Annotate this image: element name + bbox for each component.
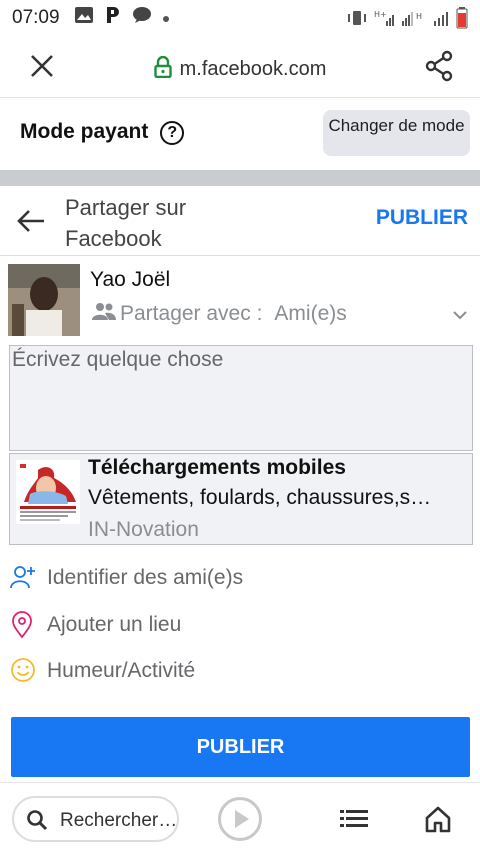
feeling-activity-label: Humeur/Activité	[47, 659, 196, 682]
svg-text:H: H	[416, 12, 422, 21]
publish-link[interactable]: PUBLIER	[376, 206, 468, 230]
section-divider	[0, 170, 480, 186]
location-pin-icon	[10, 611, 34, 645]
share-header: Partager sur Facebook PUBLIER	[0, 186, 480, 256]
chevron-down-icon[interactable]	[452, 308, 468, 326]
mode-title-text: Mode payant	[20, 120, 149, 143]
home-icon[interactable]	[424, 805, 452, 838]
lock-icon	[153, 55, 172, 84]
link-description: Vêtements, foulards, chaussures,s…	[88, 486, 432, 509]
image-icon	[74, 6, 94, 30]
audience-selector[interactable]: Partager avec : Ami(e)s	[92, 302, 347, 326]
link-thumbnail	[16, 460, 80, 524]
tag-friends-label: Identifier des ami(e)s	[47, 566, 244, 589]
back-arrow-icon[interactable]	[16, 208, 46, 239]
chat-bubble-icon	[132, 6, 152, 30]
dot-icon	[162, 7, 170, 29]
status-bar: 07:09 H+ H	[0, 0, 480, 36]
svg-text:H+: H+	[374, 10, 387, 19]
h-plus-signal-icon: H+	[374, 10, 394, 26]
add-location-label: Ajouter un lieu	[47, 613, 182, 636]
status-time: 07:09	[12, 7, 60, 28]
link-source: IN-Novation	[88, 518, 199, 541]
status-right-icons: H+ H	[346, 7, 468, 29]
battery-icon	[456, 7, 468, 29]
bottom-browser-bar: Rechercher…	[0, 782, 480, 854]
url-text: m.facebook.com	[179, 58, 327, 80]
search-text: Rechercher…	[60, 810, 178, 831]
play-icon[interactable]	[218, 797, 262, 841]
audience-value: Ami(e)s	[274, 302, 347, 325]
tag-friends-action[interactable]: Identifier des ami(e)s	[0, 556, 480, 600]
smiley-icon	[10, 657, 36, 689]
link-title: Téléchargements mobiles	[88, 456, 346, 479]
browser-url-bar: m.facebook.com	[0, 36, 480, 98]
mode-title: Mode payant ?	[20, 120, 185, 145]
vibrate-icon	[348, 11, 366, 25]
data-mode-bar: Mode payant ? Changer de mode	[0, 98, 480, 170]
share-icon[interactable]	[424, 50, 454, 87]
change-mode-button[interactable]: Changer de mode	[323, 110, 470, 156]
publish-button[interactable]: PUBLIER	[11, 717, 470, 777]
link-preview-card[interactable]: Téléchargements mobiles Vêtements, foula…	[9, 453, 473, 545]
audience-label: Partager avec :	[120, 302, 263, 325]
user-name: Yao Joël	[90, 268, 171, 291]
search-button[interactable]: Rechercher…	[12, 796, 179, 842]
h-signal-icon: H	[402, 12, 422, 26]
share-title: Partager sur Facebook	[65, 195, 187, 251]
list-icon[interactable]	[340, 809, 368, 834]
avatar[interactable]	[8, 264, 80, 336]
user-row: Yao Joël Partager avec : Ami(e)s	[0, 260, 480, 340]
url-display[interactable]: m.facebook.com	[0, 55, 480, 84]
p-app-icon	[104, 5, 122, 31]
tag-friends-icon	[10, 564, 36, 596]
search-icon	[26, 809, 48, 837]
post-composer-input[interactable]: Écrivez quelque chose	[9, 345, 473, 451]
help-icon[interactable]: ?	[160, 121, 185, 145]
signal-icon	[434, 12, 448, 26]
friends-icon	[92, 302, 116, 326]
feeling-activity-action[interactable]: Humeur/Activité	[0, 649, 480, 693]
add-location-action[interactable]: Ajouter un lieu	[0, 603, 480, 647]
